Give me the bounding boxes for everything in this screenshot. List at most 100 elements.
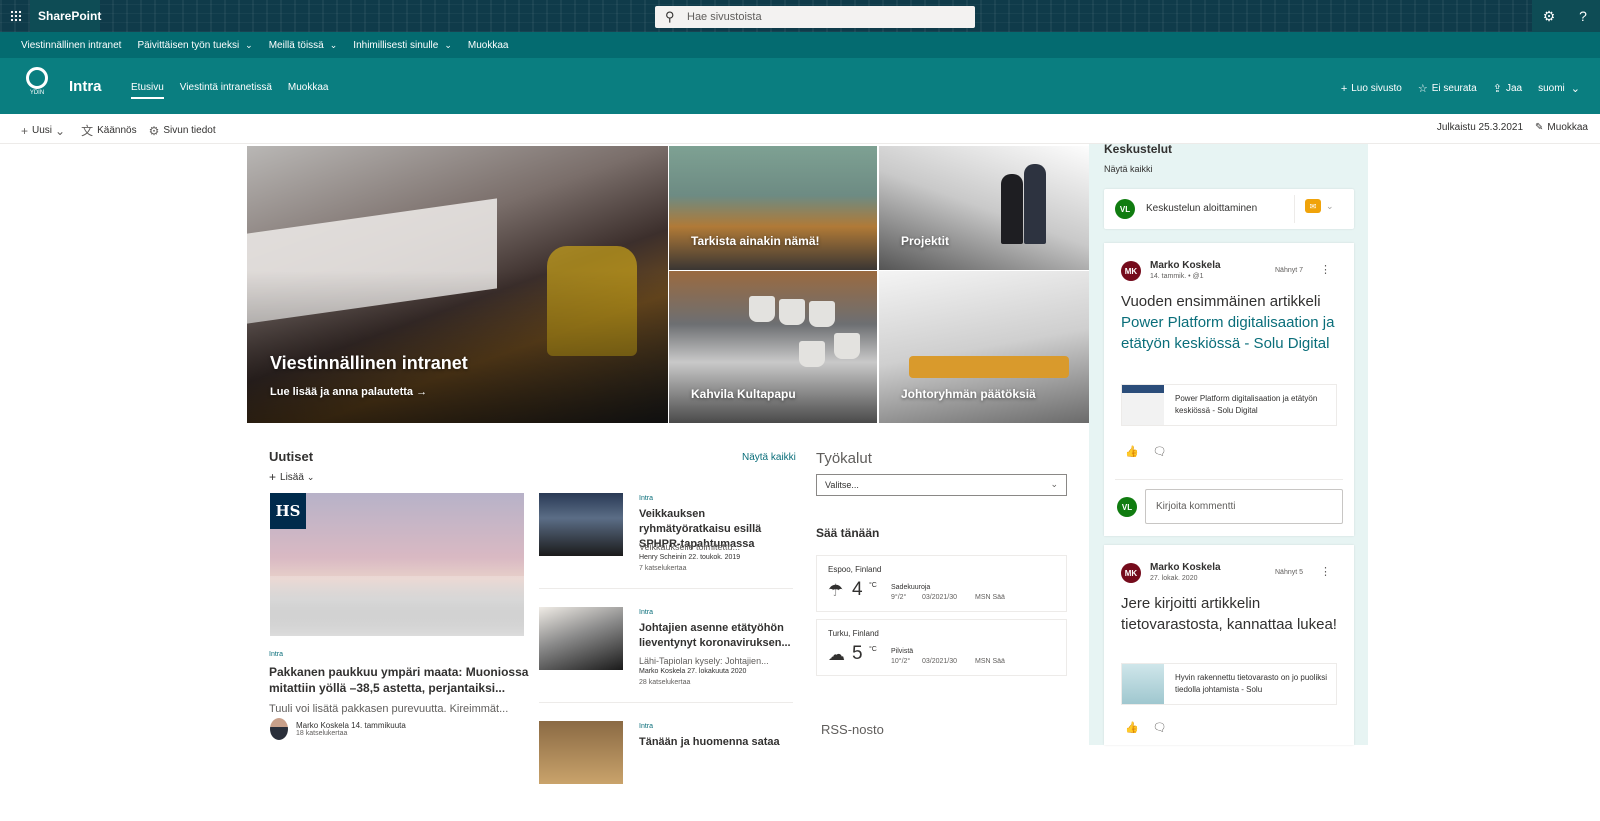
hub-nav-item[interactable]: Päivittäisen työn tueksi ⌄ — [137, 40, 252, 51]
search-box[interactable]: ⚲ Hae sivustoista — [655, 6, 975, 28]
weather-source: MSN Sää — [975, 594, 1005, 601]
site-nav-communication[interactable]: Viestintä intranetissä — [180, 82, 272, 99]
hero-main-title: Viestinnällinen intranet — [270, 353, 468, 373]
post-body-link[interactable]: Power Platform digitalisaation ja etätyö… — [1121, 314, 1334, 352]
news-add-button[interactable]: + Lisää ⌄ — [269, 470, 314, 484]
new-button[interactable]: + Uusi ⌄ — [21, 122, 69, 139]
like-icon[interactable]: 👍 — [1125, 721, 1139, 734]
hub-nav-item[interactable]: Meillä töissä ⌄ — [269, 40, 338, 51]
weather-hilo: 9°/2° — [891, 594, 907, 601]
new-label: Uusi — [32, 125, 53, 136]
news-see-all-link[interactable]: Näytä kaikki — [742, 452, 796, 463]
weather-card[interactable]: Espoo, Finland ☂ 4 °C Sadekuuroja 9°/2° … — [816, 555, 1067, 612]
hero-section: Viestinnällinen intranet Lue lisää ja an… — [247, 146, 1089, 423]
site-logo[interactable]: YDIN — [22, 67, 52, 101]
star-icon: ☆ — [1417, 83, 1428, 95]
hero-main-link[interactable]: Lue lisää ja anna palautetta → — [270, 386, 427, 398]
post-author[interactable]: Marko Koskela — [1150, 260, 1221, 271]
create-site-label: Luo sivusto — [1351, 83, 1402, 94]
news-title: Uutiset — [269, 449, 314, 464]
translate-button[interactable]: 文 Käännös — [81, 122, 137, 139]
link-preview-card[interactable]: Power Platform digitalisaation ja etätyö… — [1121, 384, 1337, 426]
more-options-icon[interactable]: ⋮ — [1320, 263, 1331, 276]
rss-title: RSS-nosto — [821, 722, 884, 737]
gear-icon[interactable]: ⚙ — [1532, 0, 1566, 32]
view-count: 7 katselukertaa — [639, 565, 687, 572]
link-preview-text: Power Platform digitalisaation ja etätyö… — [1175, 394, 1318, 415]
comment-input[interactable]: Kirjoita kommentti — [1145, 489, 1343, 524]
hub-navigation: Viestinnällinen intranet Päivittäisen ty… — [0, 32, 1600, 58]
news-list-item[interactable]: Intra Johtajien asenne etätyöhön lievent… — [539, 607, 793, 707]
help-icon[interactable]: ? — [1566, 0, 1600, 32]
link-preview-card[interactable]: Hyvin rakennettu tietovarasto on jo puol… — [1121, 663, 1337, 705]
published-date: Julkaistu 25.3.2021 — [1436, 122, 1524, 133]
news-headline[interactable]: Tänään ja huomenna sataa — [639, 735, 793, 750]
gear-icon: ⚙ — [148, 123, 160, 138]
hero-tile-projects[interactable]: Projektit — [879, 146, 1089, 270]
post-seen-count[interactable]: Nähnyt 5 — [1275, 569, 1303, 576]
tools-dropdown[interactable]: Valitse... ⌄ — [816, 474, 1067, 496]
post-meta: 14. tammik. • @1 — [1150, 273, 1204, 280]
weather-card[interactable]: Turku, Finland ☁ 5 °C Pilvistä 10°/2° 03… — [816, 619, 1067, 676]
hero-tile-label: Projektit — [901, 234, 950, 248]
share-label: Jaa — [1505, 83, 1523, 94]
hero-tile-leadership[interactable]: Johtoryhmän päätöksiä — [879, 271, 1089, 423]
news-list-item[interactable]: Intra Tänään ja huomenna sataa — [539, 721, 793, 821]
news-thumbnail — [539, 721, 623, 784]
hub-nav-label: Muokkaa — [467, 39, 509, 51]
hero-tile-check[interactable]: Tarkista ainakin nämä! — [669, 146, 877, 270]
praise-icon[interactable]: ✉ — [1305, 199, 1321, 213]
tools-dropdown-value: Valitse... — [825, 480, 859, 490]
conversations-see-all-link[interactable]: Näytä kaikki — [1104, 164, 1153, 174]
edit-page-button[interactable]: ✎ Muokkaa — [1535, 122, 1588, 133]
news-tag: Intra — [639, 609, 654, 616]
share-button[interactable]: ⇪ Jaa — [1493, 82, 1522, 95]
app-name[interactable]: SharePoint — [30, 0, 101, 32]
site-navigation: Etusivu Viestintä intranetissä Muokkaa — [131, 82, 344, 99]
news-description: Lähi-Tapiolan kysely: Johtajien... — [639, 656, 769, 666]
view-count: 18 katselukertaa — [296, 730, 348, 737]
language-selector[interactable]: suomi ⌄ — [1538, 82, 1584, 95]
site-nav-home[interactable]: Etusivu — [131, 82, 164, 99]
create-site-button[interactable]: + Luo sivusto — [1341, 82, 1402, 95]
weather-hilo: 10°/2° — [891, 658, 911, 665]
site-nav-edit[interactable]: Muokkaa — [288, 82, 329, 99]
hero-tile-cafe[interactable]: Kahvila Kultapapu — [669, 271, 877, 423]
news-main-image[interactable]: HS — [270, 493, 524, 636]
news-list-item[interactable]: Intra Veikkauksen ryhmätyöratkaisu esill… — [539, 493, 793, 593]
site-title[interactable]: Intra — [69, 78, 102, 95]
hub-nav-item[interactable]: Viestinnällinen intranet — [21, 40, 121, 51]
more-options-icon[interactable]: ⋮ — [1320, 565, 1331, 578]
comment-icon[interactable]: 🗨 — [1153, 721, 1167, 734]
hero-tile-label: Tarkista ainakin nämä! — [691, 234, 820, 248]
news-author: Henry Scheinin 22. toukok. 2019 — [639, 554, 741, 561]
like-icon[interactable]: 👍 — [1125, 445, 1139, 458]
chevron-down-icon: ⌄ — [55, 123, 66, 138]
edit-label: Muokkaa — [1547, 122, 1588, 133]
avatar: VL — [1115, 199, 1135, 219]
hero-main-tile[interactable]: Viestinnällinen intranet Lue lisää ja an… — [247, 146, 668, 423]
news-author: Marko Koskela 27. lokakuuta 2020 — [639, 668, 747, 675]
cloud-icon: ☁ — [828, 645, 845, 664]
comment-icon[interactable]: 🗨 — [1153, 445, 1167, 458]
hub-nav-item[interactable]: Muokkaa — [468, 40, 509, 51]
weather-temperature: 4 — [852, 579, 863, 600]
start-conversation-box[interactable]: VL Keskustelun aloittaminen ✉ ⌄ — [1104, 189, 1354, 229]
link-preview-text: Hyvin rakennettu tietovarasto on jo puol… — [1175, 673, 1328, 694]
weather-date: 03/2021/30 — [922, 658, 958, 665]
search-icon: ⚲ — [665, 9, 675, 24]
app-launcher-icon[interactable] — [0, 0, 32, 32]
news-main-headline[interactable]: Pakkanen paukkuu ympäri maata: Muoniossa… — [269, 664, 529, 696]
news-description: Veikkaukselle toimitettu... — [639, 542, 741, 552]
post-seen-count[interactable]: Nähnyt 7 — [1275, 267, 1303, 274]
page-details-button[interactable]: ⚙ Sivun tiedot — [149, 122, 216, 139]
chevron-down-icon[interactable]: ⌄ — [1326, 201, 1334, 212]
follow-button[interactable]: ☆ Ei seurata — [1418, 82, 1477, 95]
post-author[interactable]: Marko Koskela — [1150, 562, 1221, 573]
pencil-icon: ✎ — [1535, 122, 1544, 133]
hub-nav-item[interactable]: Inhimillisesti sinulle ⌄ — [353, 40, 452, 51]
avatar: MK — [1121, 261, 1141, 281]
chevron-down-icon: ⌄ — [306, 471, 315, 482]
rain-cloud-icon: ☂ — [828, 581, 844, 600]
news-headline[interactable]: Johtajien asenne etätyöhön lieventynyt k… — [639, 621, 793, 651]
